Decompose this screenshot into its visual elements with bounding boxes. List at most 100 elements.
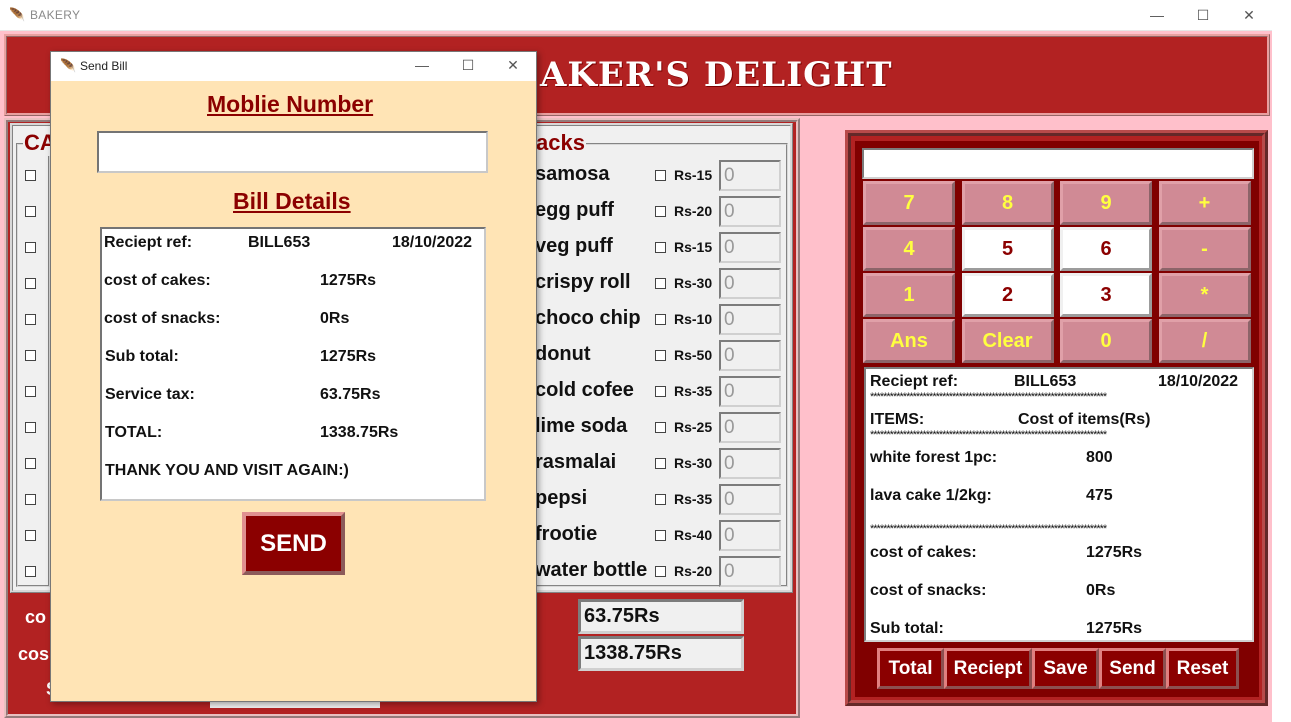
calc-button[interactable]: 4 xyxy=(863,227,955,271)
calc-button[interactable]: 3 xyxy=(1060,273,1152,317)
calc-button[interactable]: 9 xyxy=(1060,181,1152,225)
receipt-separator: ****************************************… xyxy=(870,429,1107,441)
receipt-subtotal-label: Sub total: xyxy=(870,620,944,637)
snack-quantity-field[interactable]: 0 xyxy=(719,376,781,407)
cake-checkbox[interactable] xyxy=(25,422,36,433)
snack-quantity-field[interactable]: 0 xyxy=(719,520,781,551)
snack-quantity-field[interactable]: 0 xyxy=(719,484,781,515)
reciept-button[interactable]: Reciept xyxy=(944,648,1032,689)
receipt-snacks-value: 0Rs xyxy=(1086,582,1116,599)
snack-checkbox[interactable] xyxy=(655,314,666,325)
minimize-icon[interactable]: — xyxy=(1134,0,1180,31)
cake-checkbox[interactable] xyxy=(25,170,36,181)
snack-price: Rs-20 xyxy=(674,203,713,219)
bill-cakes-value: 1275Rs xyxy=(320,272,377,289)
snack-checkbox[interactable] xyxy=(655,350,666,361)
maximize-icon[interactable]: ☐ xyxy=(445,52,491,80)
receipt-date: 18/10/2022 xyxy=(1158,373,1239,390)
receipt-item-value: 475 xyxy=(1086,487,1113,504)
snack-checkbox[interactable] xyxy=(655,494,666,505)
reset-button[interactable]: Reset xyxy=(1166,648,1239,689)
snack-checkbox[interactable] xyxy=(655,458,666,469)
snack-name: choco chip xyxy=(535,307,641,329)
bill-cakes-label: cost of cakes: xyxy=(104,272,211,289)
snack-checkbox[interactable] xyxy=(655,278,666,289)
send-button[interactable]: Send xyxy=(1099,648,1166,689)
cake-checkbox[interactable] xyxy=(25,566,36,577)
calc-button[interactable]: / xyxy=(1158,319,1251,363)
snacks-legend: acks xyxy=(535,130,586,156)
bill-date: 18/10/2022 xyxy=(392,234,473,251)
cake-checkbox[interactable] xyxy=(25,278,36,289)
bill-tax-label: Service tax: xyxy=(105,386,195,403)
cake-checkbox[interactable] xyxy=(25,458,36,469)
snack-checkbox[interactable] xyxy=(655,242,666,253)
cake-checkbox[interactable] xyxy=(25,350,36,361)
calc-button[interactable]: Clear xyxy=(961,319,1054,363)
cake-checkbox[interactable] xyxy=(25,242,36,253)
calc-button[interactable]: + xyxy=(1158,181,1251,225)
snack-checkbox[interactable] xyxy=(655,566,666,577)
snack-name: frootie xyxy=(535,523,598,545)
snack-name: crispy roll xyxy=(535,271,631,293)
calc-button[interactable]: Ans xyxy=(863,319,955,363)
bill-subtotal-value: 1275Rs xyxy=(320,348,377,365)
snack-checkbox[interactable] xyxy=(655,530,666,541)
window-title: BAKERY xyxy=(30,8,81,22)
bill-total-value: 1338.75Rs xyxy=(320,424,399,441)
snack-quantity-field[interactable]: 0 xyxy=(719,448,781,479)
bill-details-area[interactable]: Reciept ref: BILL653 18/10/2022 cost of … xyxy=(100,227,486,501)
calc-button[interactable]: 1 xyxy=(863,273,955,317)
bill-subtotal-label: Sub total: xyxy=(105,348,179,365)
calc-button[interactable]: - xyxy=(1158,227,1251,271)
window-titlebar: 🪶 BAKERY — ☐ ✕ xyxy=(0,0,1272,31)
feather-icon: 🪶 xyxy=(9,7,26,22)
snack-checkbox[interactable] xyxy=(655,206,666,217)
snack-price: Rs-20 xyxy=(674,563,713,579)
save-button[interactable]: Save xyxy=(1032,648,1099,689)
bill-snacks-value: 0Rs xyxy=(320,310,350,327)
close-icon[interactable]: ✕ xyxy=(490,52,536,80)
cake-checkbox[interactable] xyxy=(25,206,36,217)
calc-button[interactable]: 6 xyxy=(1060,227,1152,271)
maximize-icon[interactable]: ☐ xyxy=(1180,0,1226,31)
snack-checkbox[interactable] xyxy=(655,170,666,181)
snack-quantity-field[interactable]: 0 xyxy=(719,556,781,587)
snack-quantity-field[interactable]: 0 xyxy=(719,340,781,371)
calc-button[interactable]: * xyxy=(1158,273,1251,317)
cake-checkbox[interactable] xyxy=(25,386,36,397)
snack-checkbox[interactable] xyxy=(655,422,666,433)
bill-tax-value: 63.75Rs xyxy=(320,386,381,403)
snack-price: Rs-15 xyxy=(674,239,713,255)
snack-price: Rs-30 xyxy=(674,455,713,471)
calc-button[interactable]: 2 xyxy=(961,273,1054,317)
calc-button[interactable]: 7 xyxy=(863,181,955,225)
minimize-icon[interactable]: — xyxy=(399,52,445,80)
calc-button[interactable]: 8 xyxy=(961,181,1054,225)
snack-price: Rs-30 xyxy=(674,275,713,291)
mobile-number-input[interactable] xyxy=(97,131,488,173)
calc-button[interactable]: 0 xyxy=(1060,319,1152,363)
cake-checkbox[interactable] xyxy=(25,314,36,325)
snack-quantity-field[interactable]: 0 xyxy=(719,412,781,443)
dialog-send-button[interactable]: SEND xyxy=(242,512,345,575)
calculator-display[interactable] xyxy=(862,148,1254,179)
close-icon[interactable]: ✕ xyxy=(1226,0,1272,31)
total-button[interactable]: Total xyxy=(877,648,944,689)
snack-quantity-field[interactable]: 0 xyxy=(719,304,781,335)
snack-quantity-field[interactable]: 0 xyxy=(719,232,781,263)
snack-name: water bottle xyxy=(535,559,648,581)
receipt-item-name: white forest 1pc: xyxy=(870,449,998,466)
total-field[interactable]: 1338.75Rs xyxy=(578,636,744,671)
bill-snacks-label: cost of snacks: xyxy=(104,310,221,327)
snack-quantity-field[interactable]: 0 xyxy=(719,196,781,227)
calc-button[interactable]: 5 xyxy=(961,227,1054,271)
snack-quantity-field[interactable]: 0 xyxy=(719,268,781,299)
cake-checkbox[interactable] xyxy=(25,530,36,541)
service-tax-field[interactable]: 63.75Rs xyxy=(578,599,744,634)
snack-checkbox[interactable] xyxy=(655,386,666,397)
receipt-separator: ****************************************… xyxy=(870,391,1107,403)
cake-checkbox[interactable] xyxy=(25,494,36,505)
snack-quantity-field[interactable]: 0 xyxy=(719,160,781,191)
receipt-area[interactable]: Reciept ref: BILL653 18/10/2022 ********… xyxy=(864,367,1254,642)
